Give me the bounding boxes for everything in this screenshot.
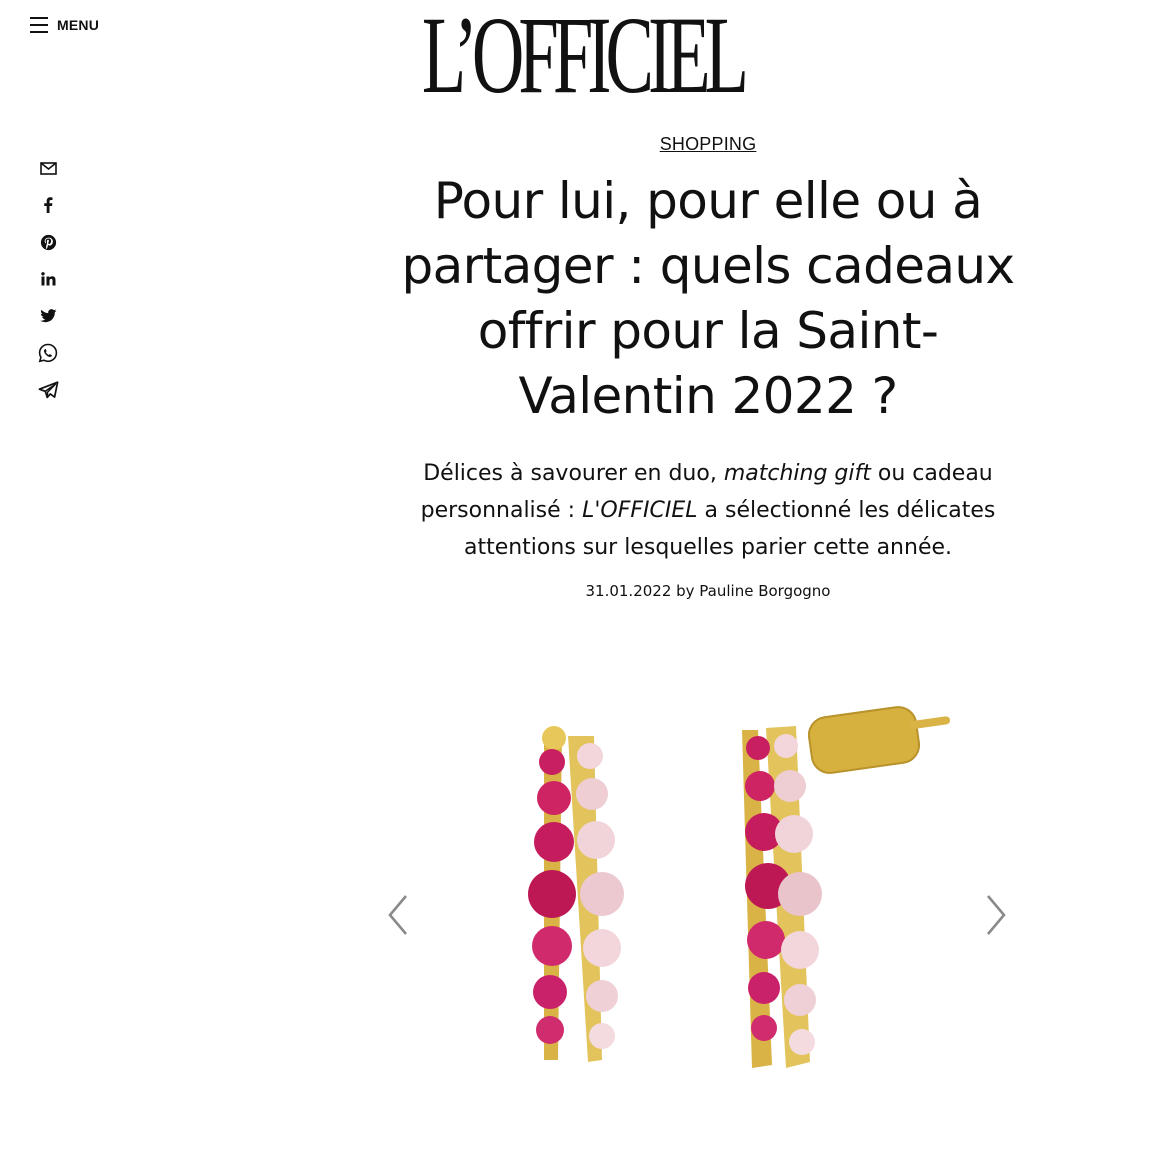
menu-button[interactable]: MENU <box>30 12 99 38</box>
standfirst-italic-brand: L'OFFICIEL <box>582 498 698 523</box>
chevron-right-icon <box>987 895 1006 935</box>
mail-icon[interactable] <box>36 156 60 180</box>
hamburger-icon <box>30 17 48 33</box>
category-link[interactable]: SHOPPING <box>660 134 757 155</box>
article-title: Pour lui, pour elle ou à partager : quel… <box>401 172 1015 425</box>
carousel-next-button[interactable] <box>978 890 1014 940</box>
linkedin-icon[interactable] <box>36 267 60 291</box>
chevron-left-icon <box>388 895 407 935</box>
whatsapp-icon[interactable] <box>36 341 60 365</box>
facebook-icon[interactable] <box>36 193 60 217</box>
carousel-prev-button[interactable] <box>380 890 416 940</box>
share-bar <box>35 156 61 402</box>
site-logo[interactable]: L’OFFICIEL <box>194 0 971 110</box>
article-header: SHOPPING Pour lui, pour elle ou à partag… <box>388 134 1028 600</box>
standfirst-italic-matching-gift: matching gift <box>723 461 871 486</box>
article-standfirst: Délices à savourer en duo, matching gift… <box>388 455 1028 566</box>
twitter-icon[interactable] <box>36 304 60 328</box>
standfirst-text: Délices à savourer en duo, <box>423 461 724 486</box>
image-carousel <box>370 690 1030 1110</box>
menu-label: MENU <box>57 17 100 33</box>
telegram-icon[interactable] <box>36 378 60 402</box>
article-byline: 31.01.2022 by Pauline Borgogno <box>585 582 831 600</box>
carousel-image-earrings <box>510 690 970 1090</box>
pinterest-icon[interactable] <box>36 230 60 254</box>
